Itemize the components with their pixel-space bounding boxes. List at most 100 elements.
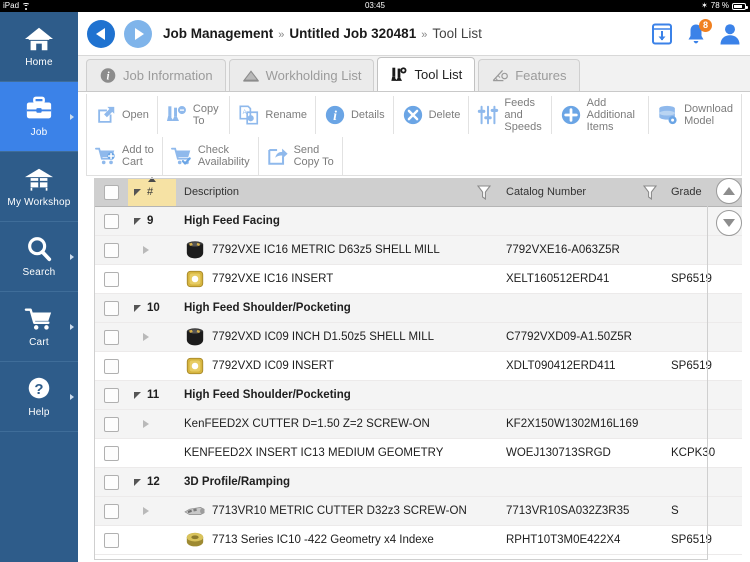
- row-number-cell[interactable]: 12: [128, 468, 176, 496]
- row-catalog-number: WOEJ130713SRGD: [506, 447, 611, 459]
- scroll-up-button[interactable]: [716, 178, 742, 204]
- collapse-triangle-icon[interactable]: [134, 217, 141, 225]
- tab-job-information[interactable]: i Job Information: [86, 59, 226, 91]
- expand-triangle-icon[interactable]: [143, 507, 149, 515]
- row-description-cell: 7713VR10 METRIC CUTTER D32z3 SCREW-ON: [176, 497, 498, 525]
- workshop-icon: [25, 168, 53, 191]
- toolbar-label: Copy To: [192, 102, 219, 127]
- row-description-cell: 3D Profile/Ramping: [176, 468, 498, 496]
- table-row[interactable]: KenFEED2X CUTTER D=1.50 Z=2 SCREW-ON KF2X…: [94, 410, 742, 439]
- row-checkbox[interactable]: [103, 532, 119, 548]
- row-description-cell: High Feed Facing: [176, 207, 498, 235]
- details-button[interactable]: i Details: [316, 95, 394, 134]
- row-checkbox[interactable]: [103, 329, 119, 345]
- download-button[interactable]: [650, 22, 674, 46]
- collapse-triangle-icon[interactable]: [134, 304, 141, 312]
- row-description-cell: 7792VXD IC09 INSERT: [176, 352, 498, 380]
- check-availability-button[interactable]: Check Availability: [163, 136, 259, 175]
- table-row[interactable]: KENFEED2X INSERT IC13 MEDIUM GEOMETRY WOE…: [94, 439, 742, 468]
- row-number-cell[interactable]: [128, 236, 176, 264]
- scroll-down-icon: [723, 219, 735, 227]
- row-grade: SP6519: [671, 360, 712, 372]
- row-number-cell[interactable]: [128, 497, 176, 525]
- row-checkbox[interactable]: [103, 358, 119, 374]
- chevron-right-icon: [70, 323, 74, 330]
- notifications-button[interactable]: 8: [684, 19, 712, 46]
- feeds-and-speeds-button[interactable]: Feeds and Speeds: [469, 95, 552, 134]
- collapse-triangle-icon[interactable]: [134, 478, 141, 486]
- sidebar-label-home: Home: [25, 57, 53, 68]
- table-group-row[interactable]: 10 High Feed Shoulder/Pocketing: [94, 294, 742, 323]
- row-checkbox[interactable]: [103, 300, 119, 316]
- row-description: KENFEED2X INSERT IC13 MEDIUM GEOMETRY: [184, 447, 444, 459]
- expand-triangle-icon[interactable]: [143, 246, 149, 254]
- row-number-cell[interactable]: 10: [128, 294, 176, 322]
- table-row[interactable]: 7792VXE IC16 INSERT XELT160512ERD41 SP6519: [94, 265, 742, 294]
- table-row[interactable]: 7792VXD IC09 INSERT XDLT090412ERD411 SP651…: [94, 352, 742, 381]
- tab-features[interactable]: Features: [478, 59, 580, 91]
- row-checkbox[interactable]: [103, 242, 119, 258]
- rename-button[interactable]: A Rename: [230, 95, 316, 134]
- row-number-cell[interactable]: [128, 323, 176, 351]
- table-row[interactable]: 7713 Series IC10 -422 Geometry x4 Indexe…: [94, 526, 742, 555]
- row-number-cell[interactable]: 9: [128, 207, 176, 235]
- table-group-row[interactable]: 9 High Feed Facing: [94, 207, 742, 236]
- row-number-cell[interactable]: [128, 410, 176, 438]
- back-button[interactable]: [87, 19, 115, 48]
- chevron-right-icon: [70, 113, 74, 120]
- delete-button[interactable]: Delete: [394, 95, 470, 134]
- row-checkbox[interactable]: [103, 271, 119, 287]
- row-number-cell: [128, 352, 176, 380]
- select-all-checkbox[interactable]: [103, 184, 119, 200]
- row-catalog-number: 7792VXE16-A063Z5R: [506, 244, 620, 256]
- scroll-down-button[interactable]: [716, 210, 742, 236]
- row-number-cell[interactable]: 11: [128, 381, 176, 409]
- table-row[interactable]: 7792VXE IC16 METRIC D63z5 SHELL MILL 7792…: [94, 236, 742, 265]
- breadcrumb-root[interactable]: Job Management: [163, 26, 273, 41]
- column-header-number[interactable]: #: [128, 177, 176, 206]
- column-header-description[interactable]: Description: [176, 178, 498, 206]
- download-model-button[interactable]: Download Model: [649, 96, 741, 134]
- forward-button[interactable]: [124, 19, 152, 48]
- tab-workholding-list[interactable]: Workholding List: [228, 59, 375, 91]
- add-additional-items-button[interactable]: Add Additional Items: [552, 95, 650, 134]
- table-row[interactable]: 7792VXD IC09 INCH D1.50z5 SHELL MILL C779…: [94, 323, 742, 352]
- add-to-cart-button[interactable]: Add to Cart: [87, 136, 163, 175]
- tab-tool-list[interactable]: Tool List: [377, 57, 476, 91]
- thumbnail-shell-mill: [186, 328, 204, 346]
- sidebar-item-help[interactable]: ? Help: [0, 362, 78, 432]
- row-description-cell: High Feed Shoulder/Pocketing: [176, 381, 498, 409]
- sidebar-item-search[interactable]: Search: [0, 222, 78, 292]
- row-checkbox[interactable]: [103, 387, 119, 403]
- sidebar-item-home[interactable]: Home: [0, 12, 78, 82]
- account-button[interactable]: [718, 22, 742, 46]
- row-checkbox[interactable]: [103, 445, 119, 461]
- description-filter-icon[interactable]: [477, 184, 491, 200]
- table-group-row[interactable]: 12 3D Profile/Ramping: [94, 468, 742, 497]
- row-grade-cell: [664, 410, 742, 438]
- table-group-row[interactable]: 11 High Feed Shoulder/Pocketing: [94, 381, 742, 410]
- row-catalog-number: KF2X150W1302M16L169: [506, 418, 639, 430]
- sidebar-item-cart[interactable]: Cart: [0, 292, 78, 362]
- column-header-catalog-number[interactable]: Catalog Number: [498, 178, 664, 206]
- sidebar-item-job[interactable]: Job: [0, 82, 78, 152]
- row-checkbox[interactable]: [103, 416, 119, 432]
- thumbnail-insert-round: [186, 532, 204, 547]
- table-row[interactable]: 7713VR10 METRIC CUTTER D32z3 SCREW-ON 771…: [94, 497, 742, 526]
- row-checkbox[interactable]: [103, 503, 119, 519]
- tab-label: Features: [515, 68, 567, 83]
- expand-triangle-icon[interactable]: [143, 420, 149, 428]
- sidebar-item-my-workshop[interactable]: My Workshop: [0, 152, 78, 222]
- copy-to-button[interactable]: Copy To: [158, 95, 231, 134]
- row-checkbox[interactable]: [103, 474, 119, 490]
- row-checkbox[interactable]: [103, 213, 119, 229]
- send-copy-to-button[interactable]: Send Copy To: [259, 136, 343, 175]
- page-header: Job Management » Untitled Job 320481 » T…: [78, 12, 750, 56]
- sidebar-label-cart: Cart: [29, 337, 49, 348]
- collapse-triangle-icon[interactable]: [134, 391, 141, 399]
- expand-triangle-icon[interactable]: [143, 333, 149, 341]
- toolbar-label: Open: [122, 108, 149, 121]
- open-button[interactable]: Open: [87, 95, 158, 134]
- breadcrumb-job[interactable]: Untitled Job 320481: [289, 26, 416, 41]
- catalog-filter-icon[interactable]: [643, 184, 657, 200]
